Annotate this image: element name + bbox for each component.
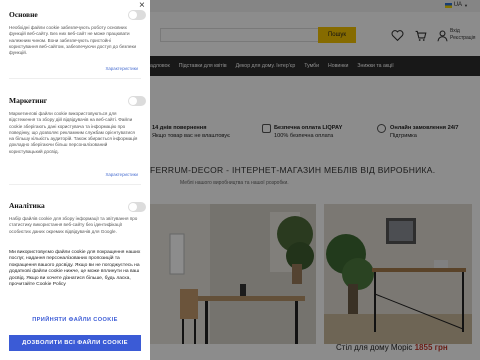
section-description: Набір файлів cookie для збору інформації… <box>9 216 138 234</box>
cookie-section-marketing: Маркетинг Маркетингові файли cookie вико… <box>9 96 141 155</box>
section-description: Маркетингові файли cookie використовують… <box>9 111 138 154</box>
cookie-notice-text: Ми використовуємо файли cookie для покра… <box>9 250 141 288</box>
section-description: Необхідні файли cookie забезпечують робо… <box>9 25 137 56</box>
divider <box>9 184 141 185</box>
allow-all-cookies-button[interactable]: ДОЗВОЛИТИ ВСІ ФАЙЛИ COOKIE <box>9 335 141 351</box>
accept-cookies-button[interactable]: ПРИЙНЯТИ ФАЙЛИ COOKIE <box>9 313 141 327</box>
cookie-section-analytics: Аналітика Набір файлів cookie для збору … <box>9 201 141 242</box>
section-title: Основне <box>9 10 38 19</box>
essential-cookies-toggle[interactable] <box>128 10 146 20</box>
section-title: Маркетинг <box>9 96 48 105</box>
characteristics-link[interactable]: Характеристики <box>105 66 138 71</box>
divider <box>9 78 141 79</box>
analytics-cookies-toggle[interactable] <box>128 202 146 212</box>
cookie-section-essential: Основне Необхідні файли cookie забезпечу… <box>9 10 141 56</box>
cookie-consent-panel: × Основне Необхідні файли cookie забезпе… <box>0 0 150 360</box>
marketing-cookies-toggle[interactable] <box>128 96 146 106</box>
section-title: Аналітика <box>9 201 45 210</box>
characteristics-link[interactable]: Характеристики <box>105 172 138 177</box>
